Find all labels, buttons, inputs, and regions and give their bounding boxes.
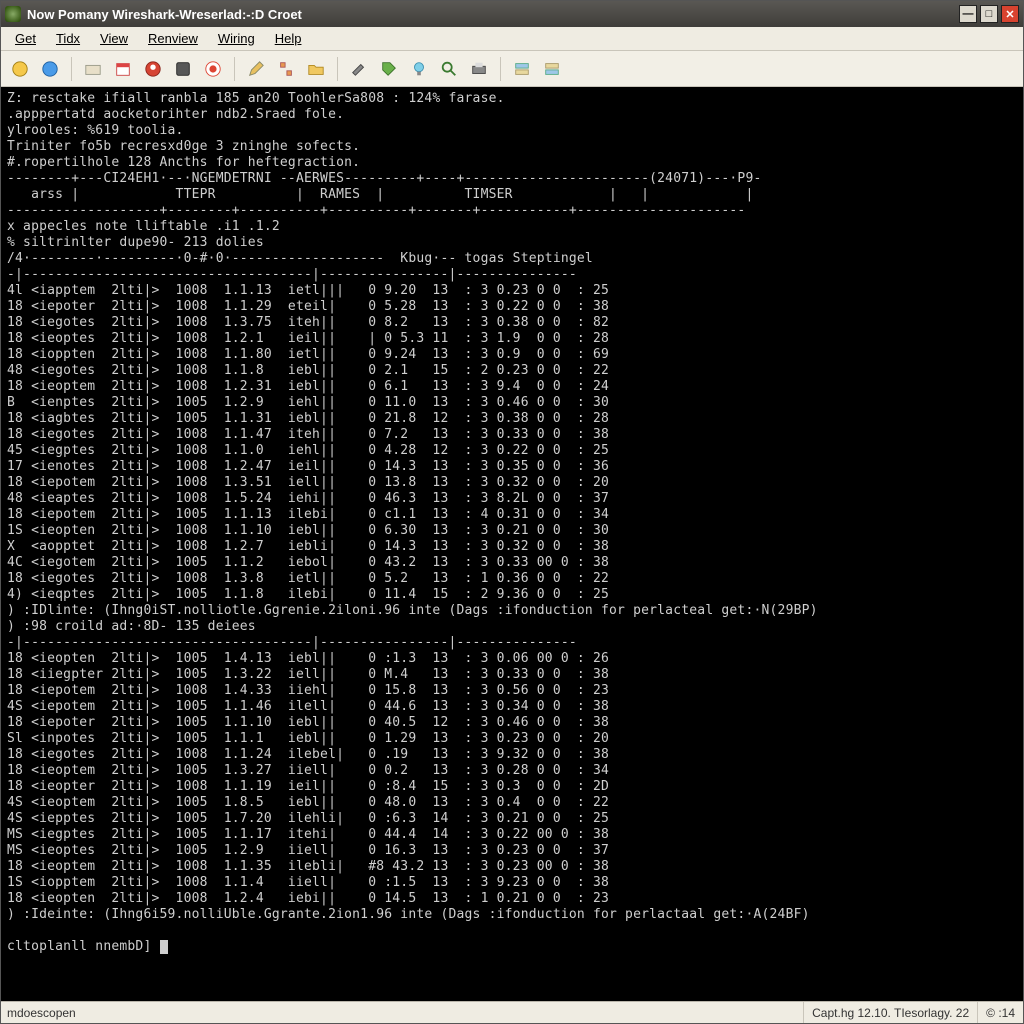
menu-view[interactable]: View xyxy=(90,28,138,49)
titlebar: Now Pomany Wireshark-Wreserlad:-:D Croet… xyxy=(1,1,1023,27)
hammer-icon[interactable] xyxy=(346,56,372,82)
bulb-icon[interactable] xyxy=(406,56,432,82)
menubar: Get Tidx View Renview Wiring Help xyxy=(1,27,1023,51)
world-blue-icon[interactable] xyxy=(37,56,63,82)
minimize-button[interactable]: — xyxy=(959,5,977,23)
folder-icon[interactable] xyxy=(303,56,329,82)
app-icon xyxy=(5,6,21,22)
menu-wiring[interactable]: Wiring xyxy=(208,28,265,49)
user-red-icon[interactable] xyxy=(140,56,166,82)
statusbar: mdoescopen Capt.hg 12.10. TIesorlagy. 22… xyxy=(1,1001,1023,1023)
terminal-output[interactable]: Z: resctake ifiall ranbla 185 an20 Toohl… xyxy=(1,87,1023,1001)
pencil-icon[interactable] xyxy=(243,56,269,82)
menu-tidx[interactable]: Tidx xyxy=(46,28,90,49)
printer-icon[interactable] xyxy=(466,56,492,82)
disk-icon[interactable] xyxy=(170,56,196,82)
status-capture: Capt.hg 12.10. TIesorlagy. 22 xyxy=(803,1002,977,1023)
tag-icon[interactable] xyxy=(376,56,402,82)
window-title: Now Pomany Wireshark-Wreserlad:-:D Croet xyxy=(27,7,956,22)
folder-open-icon[interactable] xyxy=(80,56,106,82)
menu-renview[interactable]: Renview xyxy=(138,28,208,49)
calendar-icon[interactable] xyxy=(110,56,136,82)
world-yellow-icon[interactable] xyxy=(7,56,33,82)
circle-red-icon[interactable] xyxy=(200,56,226,82)
layers-icon[interactable] xyxy=(509,56,535,82)
maximize-button[interactable]: □ xyxy=(980,5,998,23)
struct-icon[interactable] xyxy=(273,56,299,82)
status-time: © :14 xyxy=(977,1002,1023,1023)
layers-alt-icon[interactable] xyxy=(539,56,565,82)
close-button[interactable]: ✕ xyxy=(1001,5,1019,23)
toolbar xyxy=(1,51,1023,87)
menu-help[interactable]: Help xyxy=(265,28,312,49)
status-left: mdoescopen xyxy=(1,1006,803,1020)
magnifier-icon[interactable] xyxy=(436,56,462,82)
menu-get[interactable]: Get xyxy=(5,28,46,49)
